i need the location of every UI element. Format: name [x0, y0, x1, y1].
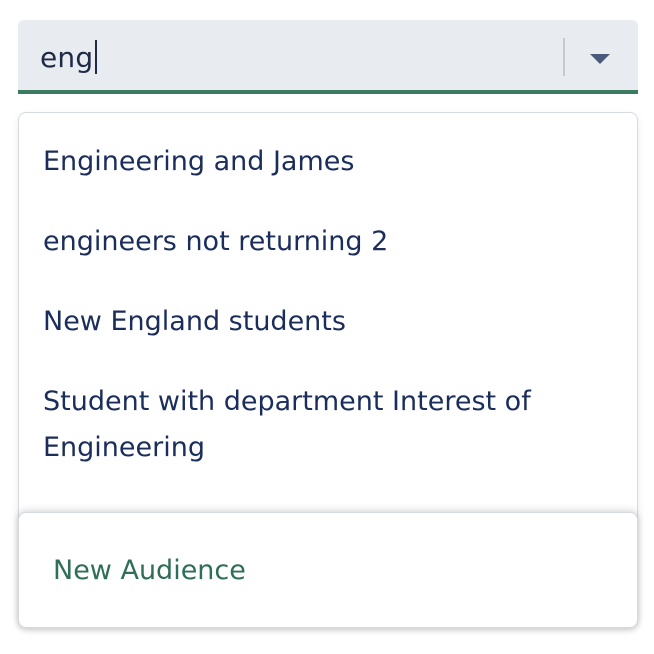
- new-audience-label: New Audience: [53, 555, 246, 586]
- dropdown-option[interactable]: Student with department Interest of Engi…: [43, 379, 603, 471]
- chevron-down-icon[interactable]: [590, 54, 610, 64]
- audience-search-input[interactable]: eng: [18, 20, 638, 94]
- audience-combobox: eng Engineering and James engineers not …: [0, 0, 654, 654]
- text-cursor: [95, 40, 98, 74]
- indicator-separator: [563, 38, 565, 76]
- dropdown-option[interactable]: New England students: [43, 299, 603, 345]
- search-input-value: eng: [40, 40, 94, 74]
- dropdown-option[interactable]: Engineering and James: [43, 139, 603, 185]
- dropdown-option[interactable]: engineers not returning 2: [43, 219, 603, 265]
- search-input-text[interactable]: eng: [40, 20, 98, 94]
- new-audience-button[interactable]: New Audience: [18, 512, 638, 628]
